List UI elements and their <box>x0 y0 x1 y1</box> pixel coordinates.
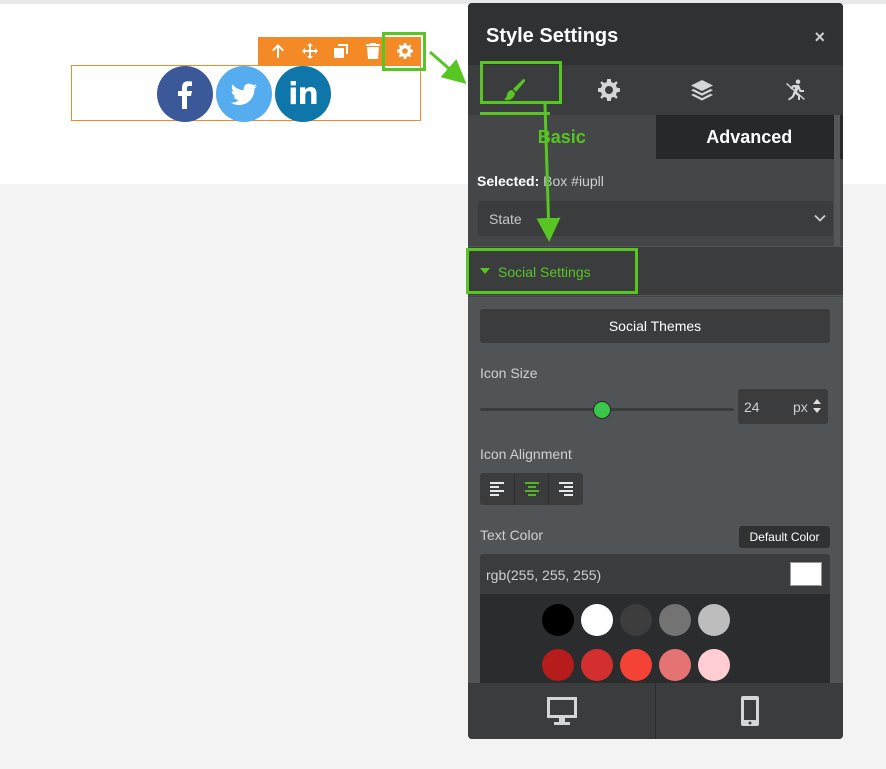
close-button[interactable]: × <box>814 27 825 48</box>
mobile-icon <box>740 696 759 726</box>
chevron-down-icon <box>814 214 826 222</box>
select-parent-button[interactable] <box>262 37 294 65</box>
icon-size-value: 24 <box>744 399 760 415</box>
section-title: Social Settings <box>498 264 591 280</box>
state-select[interactable]: State <box>478 201 833 236</box>
color-swatch[interactable] <box>659 649 691 681</box>
layers-icon <box>691 80 714 101</box>
icon-alignment-group <box>480 473 583 505</box>
facebook-button[interactable] <box>157 66 213 122</box>
tab-advanced[interactable]: Advanced <box>655 115 843 159</box>
icon-size-input[interactable]: 24 px <box>738 389 828 424</box>
twitter-button[interactable] <box>216 66 272 122</box>
style-settings-panel: Style Settings × Basic Advanced Selected… <box>468 3 843 739</box>
icon-size-slider-thumb[interactable] <box>592 401 611 419</box>
align-right-icon <box>559 482 574 496</box>
tab-basic[interactable]: Basic <box>468 115 656 159</box>
facebook-icon <box>178 81 192 109</box>
align-right-button[interactable] <box>549 473 583 505</box>
align-left-icon <box>489 482 504 496</box>
panel-title: Style Settings <box>486 25 619 47</box>
color-swatch[interactable] <box>542 649 574 681</box>
social-settings-section: Social Themes Icon Size 24 px Icon Align… <box>468 297 843 683</box>
delete-button[interactable] <box>357 37 389 65</box>
tab-interactions[interactable] <box>749 65 843 115</box>
color-swatch[interactable] <box>542 604 574 636</box>
selected-element-info: Selected: Box #iupll <box>477 173 604 189</box>
color-swatch[interactable] <box>581 649 613 681</box>
tab-style[interactable] <box>468 65 562 115</box>
selected-element-id: #iupll <box>571 173 604 189</box>
panel-sub-tabs: Basic Advanced <box>468 115 843 159</box>
caret-down-icon <box>480 268 490 274</box>
default-color-button[interactable]: Default Color <box>739 526 830 548</box>
settings-button[interactable] <box>389 37 421 65</box>
selected-label: Selected: <box>477 173 540 189</box>
color-swatch[interactable] <box>659 604 691 636</box>
social-settings-section-header[interactable]: Social Settings <box>468 246 843 296</box>
color-swatch[interactable] <box>698 604 730 636</box>
desktop-view-button[interactable] <box>468 683 656 739</box>
desktop-icon <box>546 697 577 725</box>
arrow-up-icon <box>271 44 284 58</box>
align-center-icon <box>524 482 539 496</box>
tab-settings[interactable] <box>562 65 656 115</box>
selected-element-name: Box <box>543 173 568 189</box>
move-icon <box>301 43 318 59</box>
color-swatch[interactable] <box>620 604 652 636</box>
color-swatch[interactable] <box>581 604 613 636</box>
color-swatch[interactable] <box>620 649 652 681</box>
color-preview-swatch[interactable] <box>790 562 822 586</box>
color-palette <box>480 594 830 683</box>
icon-size-unit: px <box>793 399 808 415</box>
element-toolbar <box>258 37 421 65</box>
panel-header: Style Settings × <box>468 3 843 65</box>
color-swatch[interactable] <box>698 649 730 681</box>
align-center-button[interactable] <box>515 473 550 505</box>
spinner-arrows-icon[interactable] <box>812 398 822 414</box>
clone-button[interactable] <box>326 37 358 65</box>
accessibility-icon <box>786 79 806 101</box>
linkedin-icon: in <box>288 76 319 112</box>
linkedin-button[interactable]: in <box>275 66 331 122</box>
text-color-label: Text Color <box>480 527 544 543</box>
icon-alignment-label: Icon Alignment <box>480 446 572 462</box>
align-left-button[interactable] <box>480 473 515 505</box>
gear-icon <box>397 43 414 59</box>
gear-icon <box>597 79 620 101</box>
device-switcher <box>468 683 843 739</box>
icon-size-label: Icon Size <box>480 365 538 381</box>
text-color-value: rgb(255, 255, 255) <box>486 567 602 583</box>
text-color-input[interactable]: rgb(255, 255, 255) <box>480 554 830 594</box>
move-button[interactable] <box>294 37 326 65</box>
clone-icon <box>334 44 349 58</box>
panel-icon-tabs <box>468 65 843 115</box>
state-select-value: State <box>489 210 522 227</box>
tab-layers[interactable] <box>656 65 750 115</box>
paint-brush-icon <box>503 79 526 101</box>
twitter-icon <box>230 83 257 105</box>
social-themes-button[interactable]: Social Themes <box>480 309 830 343</box>
mobile-view-button[interactable] <box>656 683 843 739</box>
trash-icon <box>366 43 381 59</box>
